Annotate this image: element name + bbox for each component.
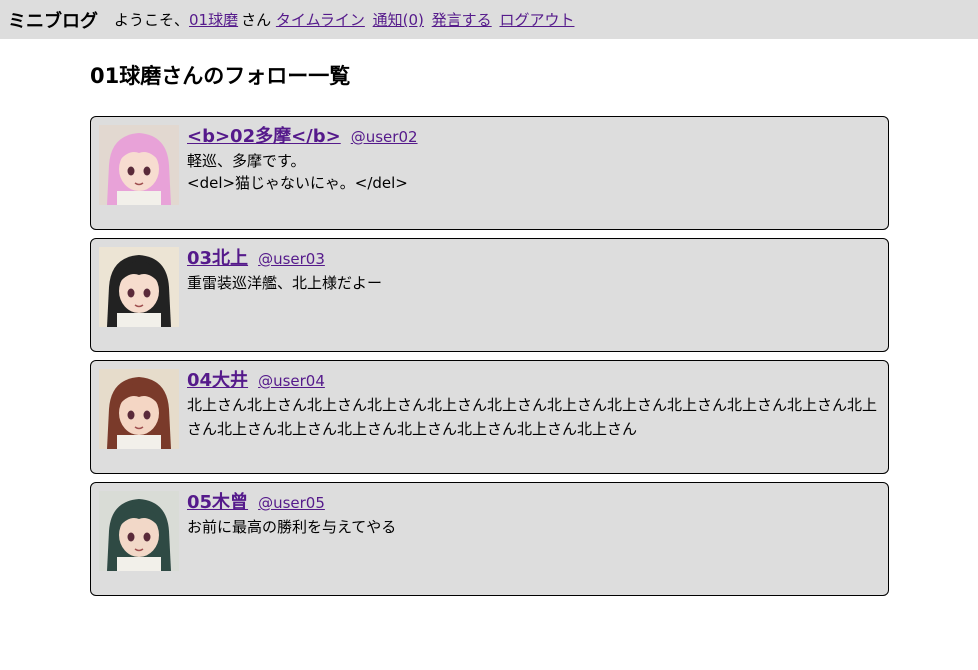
top-bar: ミニブログ ようこそ、01球磨 さん タイムライン 通知(0) 発言する ログアウ…: [0, 0, 978, 39]
page-title: 01球磨さんのフォロー一覧: [90, 64, 351, 88]
brand-logo: ミニブログ: [8, 10, 98, 32]
nav-logout-link[interactable]: ログアウト: [499, 11, 574, 29]
avatar-brown-hair-icon[interactable]: [99, 369, 179, 449]
current-user-link[interactable]: 01球磨: [189, 11, 238, 29]
follow-card: 04大井 @user04 北上さん北上さん北上さん北上さん北上さん北上さん北上さん北…: [90, 360, 889, 474]
follow-card: 03北上 @user03 重雷装巡洋艦、北上様だよー: [90, 238, 889, 352]
user-bio-line: お前に最高の勝利を与えてやる: [187, 518, 397, 536]
follow-card: <b>02多摩</b> @user02 軽巡、多摩です。 <del>猫じゃないにゃ。<…: [90, 116, 889, 230]
avatar-black-hair-icon[interactable]: [99, 247, 179, 327]
user-name-link[interactable]: 05木曾: [187, 492, 248, 513]
user-bio-line: 北上さん北上さん北上さん北上さん北上さん北上さん北上さん北上さん北上さん北上さん…: [187, 396, 878, 438]
user-handle-link[interactable]: @user03: [258, 250, 325, 268]
user-bio-line: 軽巡、多摩です。: [187, 152, 306, 170]
user-handle-link[interactable]: @user04: [258, 372, 325, 390]
follow-list: <b>02多摩</b> @user02 軽巡、多摩です。 <del>猫じゃないにゃ。<…: [90, 116, 889, 604]
user-bio-line: 重雷装巡洋艦、北上様だよー: [187, 274, 383, 292]
user-name-link[interactable]: 03北上: [187, 248, 248, 269]
follow-card: 05木曾 @user05 お前に最高の勝利を与えてやる: [90, 482, 889, 596]
nav-timeline-link[interactable]: タイムライン: [276, 11, 365, 29]
nav-post-link[interactable]: 発言する: [432, 11, 492, 29]
user-handle-link[interactable]: @user05: [258, 494, 325, 512]
welcome-suffix: さん: [241, 11, 272, 29]
user-name-link[interactable]: 04大井: [187, 370, 248, 391]
user-name-link[interactable]: <b>02多摩</b>: [187, 126, 341, 147]
avatar-green-hair-icon[interactable]: [99, 491, 179, 571]
nav-bar: ようこそ、01球磨 さん タイムライン 通知(0) 発言する ログアウト: [114, 9, 577, 30]
nav-notifications-link[interactable]: 通知(0): [373, 11, 424, 29]
avatar-pink-hair-icon[interactable]: [99, 125, 179, 205]
user-handle-link[interactable]: @user02: [351, 128, 418, 146]
user-bio-line: <del>猫じゃないにゃ。</del>: [187, 174, 408, 192]
welcome-prefix: ようこそ、: [114, 11, 190, 29]
